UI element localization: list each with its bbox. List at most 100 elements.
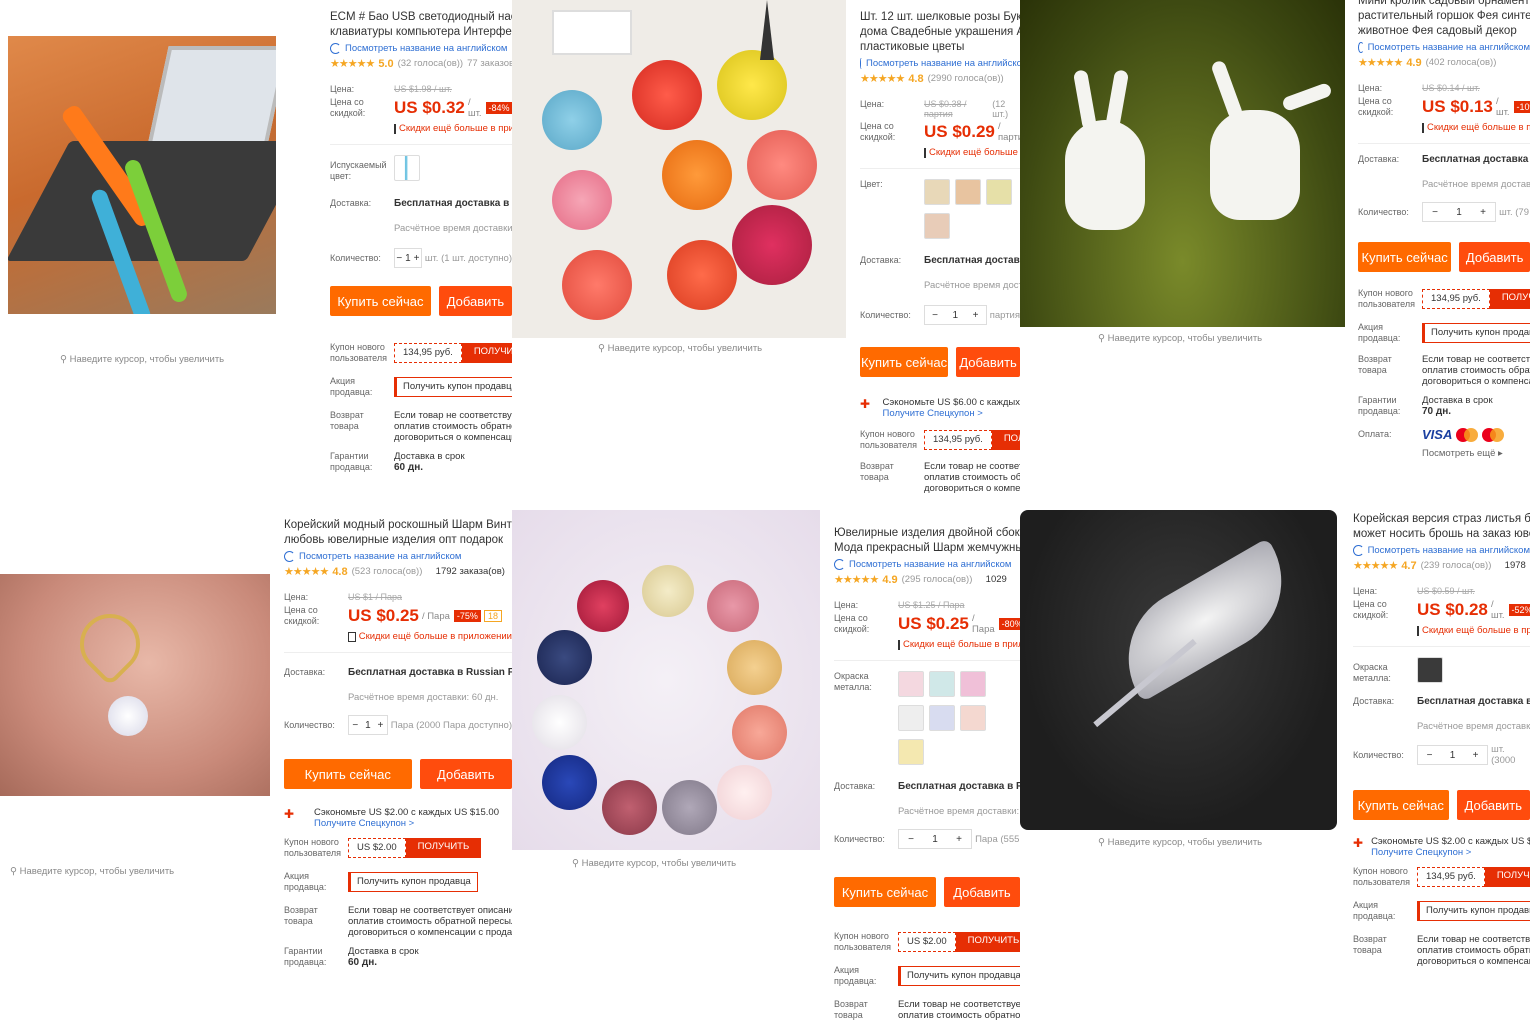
product-title[interactable]: Корейский модный роскошный Шарм Винтаж л…: [284, 518, 512, 548]
add-to-cart-button[interactable]: Добавить: [438, 286, 512, 316]
zoom-hint: ⚲ Наведите курсор, чтобы увеличить: [1098, 837, 1263, 848]
color-option-thumb[interactable]: [394, 155, 420, 181]
color-option-thumb[interactable]: [929, 705, 955, 731]
plus-button[interactable]: +: [412, 253, 421, 264]
plus-button[interactable]: +: [374, 720, 387, 731]
buy-now-button[interactable]: Купить сейчас: [284, 759, 412, 789]
color-option-thumb[interactable]: [898, 705, 924, 731]
product-title[interactable]: Ювелирные изделия двойной сбоку Мода пре…: [834, 526, 1020, 556]
rating: ★★★★★ 4.7 (239 голоса(ов)) 1978: [1353, 559, 1526, 573]
color-option-thumb[interactable]: [929, 671, 955, 697]
sale-price: US $0.29: [924, 122, 995, 141]
new-user-coupon[interactable]: 134,95 руб.ПОЛУЧИТЬ: [394, 343, 512, 363]
zoom-hint: ⚲ Наведите курсор, чтобы увеличить: [10, 866, 175, 877]
visa-logo: VISA: [1422, 427, 1453, 442]
star-icons: ★★★★★: [284, 566, 329, 578]
mastercard-icon: [1456, 427, 1479, 442]
new-user-coupon[interactable]: US $2.00 ПОЛУЧИТЬ: [898, 932, 1020, 952]
product-tile-silk-roses: ⚲ Наведите курсор, чтобы увеличить Шт. 1…: [512, 0, 1020, 500]
sale-price: US $0.32: [394, 98, 465, 117]
plus-button[interactable]: +: [1471, 207, 1495, 218]
sale-price: US $0.13: [1422, 97, 1493, 116]
new-user-coupon[interactable]: US $2.00 ПОЛУЧИТЬ: [348, 838, 482, 858]
product-title[interactable]: Мини кролик садовый орнамент растительны…: [1358, 0, 1530, 39]
product-info-leaf-brooch: Корейская версия страз листья брошь може…: [1353, 512, 1530, 967]
add-to-cart-button[interactable]: Добавить: [1459, 242, 1530, 272]
translate-link[interactable]: Посмотреть название на английском: [860, 58, 1020, 69]
plus-button[interactable]: +: [965, 310, 985, 321]
new-user-coupon[interactable]: 134,95 руб.ПОЛУЧИТЬ: [924, 430, 1020, 450]
product-title[interactable]: ECM # Бао USB светодиодный настольный кл…: [330, 10, 512, 40]
minus-button[interactable]: −: [1423, 207, 1447, 218]
product-info-silk-roses: Шт. 12 шт. шелковые розы Букет дома Свад…: [860, 10, 1020, 494]
plus-button[interactable]: +: [1464, 750, 1487, 761]
color-option-thumb[interactable]: [960, 705, 986, 731]
buy-now-button[interactable]: Купить сейчас: [834, 877, 936, 907]
translate-link[interactable]: Посмотреть название на английском: [834, 559, 1020, 570]
add-to-cart-button[interactable]: Добавить: [956, 347, 1020, 377]
special-coupon-link[interactable]: Получите Спецкупон >: [314, 818, 499, 829]
product-info-bunny: Мини кролик садовый орнамент растительны…: [1358, 0, 1530, 459]
zoom-hint: ⚲ Наведите курсор, чтобы увеличить: [572, 858, 737, 869]
add-to-cart-button[interactable]: Добавить: [1456, 790, 1530, 820]
product-title[interactable]: Корейская версия страз листья брошь може…: [1353, 512, 1530, 542]
minus-button[interactable]: −: [395, 253, 404, 264]
product-image-heart-earrings[interactable]: [0, 574, 270, 796]
seller-coupon-dropdown[interactable]: Получить купон продавца: [394, 377, 512, 397]
new-user-coupon[interactable]: 134,95 руб.ПОЛУЧИТЬ: [1417, 867, 1530, 887]
quantity-stepper[interactable]: −1 +: [898, 829, 972, 849]
color-option-thumb[interactable]: [1417, 657, 1443, 683]
special-coupon-link[interactable]: Получите Спецкупон >: [1371, 847, 1530, 858]
minus-button[interactable]: −: [925, 310, 945, 321]
product-image-leaf-brooch[interactable]: [1020, 510, 1337, 830]
see-more-link[interactable]: Посмотреть ещё ▸: [1422, 448, 1530, 459]
qr-icon: [1422, 122, 1424, 133]
product-image-silk-roses[interactable]: [512, 0, 846, 338]
special-coupon-link[interactable]: Получите Спецкупон >: [883, 408, 1020, 419]
color-option-thumb[interactable]: [924, 213, 950, 239]
translate-link[interactable]: Посмотреть название на английском: [284, 551, 512, 562]
buy-now-button[interactable]: Купить сейчас: [1353, 790, 1449, 820]
product-image-bunny[interactable]: [1020, 0, 1345, 327]
quantity-stepper[interactable]: −1 +: [394, 248, 422, 268]
product-info-pearl-earrings: Ювелирные изделия двойной сбоку Мода пре…: [834, 526, 1020, 1020]
quantity-stepper[interactable]: −1 +: [924, 305, 987, 325]
buy-now-button[interactable]: Купить сейчас: [330, 286, 431, 316]
translate-link[interactable]: Посмотреть название на английском: [1353, 545, 1530, 556]
color-option-thumb[interactable]: [955, 179, 981, 205]
minus-button[interactable]: −: [1418, 750, 1441, 761]
product-image-usb-lamp[interactable]: [8, 36, 276, 314]
color-option-thumb[interactable]: [986, 179, 1012, 205]
add-to-cart-button[interactable]: Добавить: [419, 759, 512, 789]
minus-button[interactable]: −: [899, 834, 923, 845]
buy-now-button[interactable]: Купить сейчас: [860, 347, 949, 377]
quantity-stepper[interactable]: −1 +: [1422, 202, 1496, 222]
color-option-thumb[interactable]: [924, 179, 950, 205]
product-title[interactable]: Шт. 12 шт. шелковые розы Букет дома Свад…: [860, 10, 1020, 55]
buy-now-button[interactable]: Купить сейчас: [1358, 242, 1452, 272]
seller-coupon-dropdown[interactable]: Получить купон продавца: [898, 966, 1020, 986]
translate-link[interactable]: Посмотреть название на английском: [330, 43, 512, 54]
color-option-thumb[interactable]: [960, 671, 986, 697]
quantity-stepper[interactable]: −1 +: [348, 715, 388, 735]
seller-coupon-dropdown[interactable]: Получить купон продавца: [1422, 323, 1530, 343]
star-icons: ★★★★★: [330, 58, 375, 70]
product-image-pearl-earrings[interactable]: [512, 510, 820, 850]
translate-icon: [860, 58, 862, 69]
translate-link[interactable]: Посмотреть название на английском: [1358, 42, 1530, 53]
translate-icon: [1358, 42, 1364, 53]
payment-methods: VISA: [1422, 427, 1505, 442]
quantity-stepper[interactable]: −1 +: [1417, 745, 1489, 765]
new-user-coupon[interactable]: 134,95 руб.ПОЛУЧИТЬ: [1422, 289, 1530, 309]
seller-coupon-dropdown[interactable]: Получить купон продавца: [348, 872, 478, 892]
color-option-thumb[interactable]: [898, 671, 924, 697]
plus-button[interactable]: +: [947, 834, 971, 845]
zoom-hint: ⚲ Наведите курсор, чтобы увеличить: [60, 354, 225, 365]
add-to-cart-button[interactable]: Добавить: [943, 877, 1020, 907]
minus-button[interactable]: −: [349, 720, 362, 731]
zoom-hint: ⚲ Наведите курсор, чтобы увеличить: [1098, 333, 1263, 344]
color-option-thumb[interactable]: [898, 739, 924, 765]
star-icons: ★★★★★: [860, 73, 905, 85]
maestro-icon: [1482, 427, 1505, 442]
seller-coupon-dropdown[interactable]: Получить купон продавца: [1417, 901, 1530, 921]
